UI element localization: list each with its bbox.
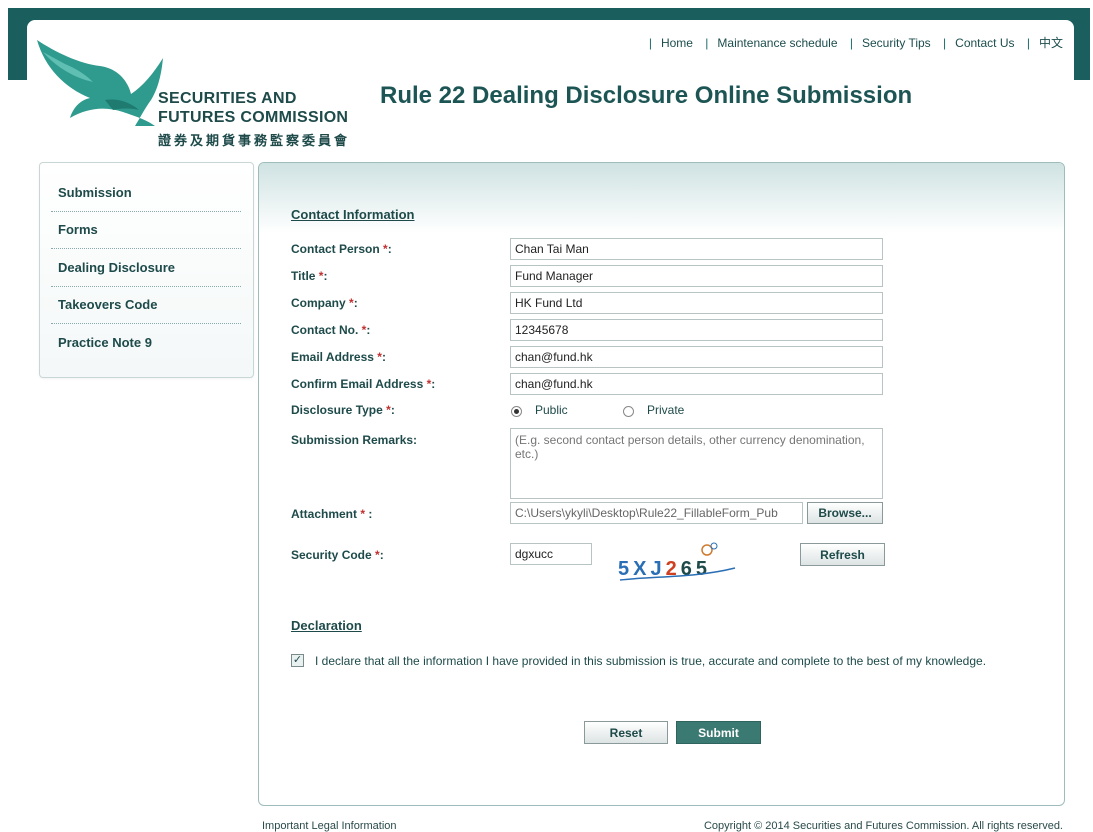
disclosure-public-radio[interactable] (511, 406, 522, 417)
disclosure-private-radio[interactable] (623, 406, 634, 417)
sidebar-item-takeovers-code[interactable]: Takeovers Code (51, 287, 241, 324)
email-label: Email Address *: (291, 350, 386, 364)
contact-no-label: Contact No. *: (291, 323, 371, 337)
sidebar-item-dealing-disclosure[interactable]: Dealing Disclosure (51, 250, 241, 287)
title-label: Title *: (291, 269, 328, 283)
contact-information-heading: Contact Information (291, 207, 415, 222)
declaration-checkbox[interactable]: ✓ (291, 654, 304, 667)
confirm-email-input[interactable] (510, 373, 883, 395)
security-code-label: Security Code *: (291, 548, 384, 562)
confirm-email-label: Confirm Email Address *: (291, 377, 436, 391)
sidebar-item-forms[interactable]: Forms (51, 212, 241, 249)
submission-remarks-label: Submission Remarks: (291, 433, 418, 447)
contact-no-input[interactable] (510, 319, 883, 341)
nav-security-tips-link[interactable]: Security Tips (862, 36, 931, 50)
top-nav: | Home | Maintenance schedule | Security Ti… (648, 36, 1063, 50)
disclosure-type-label: Disclosure Type *: (291, 403, 395, 417)
contact-person-input[interactable] (510, 238, 883, 260)
title-input[interactable] (510, 265, 883, 287)
nav-chinese-link[interactable]: 中文 (1039, 36, 1063, 50)
company-label: Company *: (291, 296, 358, 310)
nav-home-link[interactable]: Home (661, 36, 693, 50)
browse-button[interactable]: Browse... (807, 502, 883, 524)
legal-information-link[interactable]: Important Legal Information (262, 820, 397, 832)
captcha-image: 5XJ265 (618, 542, 736, 581)
nav-maintenance-link[interactable]: Maintenance schedule (717, 36, 837, 50)
submit-button[interactable]: Submit (676, 721, 761, 744)
contact-person-label: Contact Person *: (291, 242, 392, 256)
attachment-label: Attachment * : (291, 507, 373, 521)
email-input[interactable] (510, 346, 883, 368)
reset-button[interactable]: Reset (584, 721, 668, 744)
company-input[interactable] (510, 292, 883, 314)
submission-remarks-textarea[interactable] (510, 428, 883, 499)
page-title: Rule 22 Dealing Disclosure Online Submis… (380, 82, 913, 109)
attachment-path-field[interactable]: C:\Users\ykyli\Desktop\Rule22_FillableFo… (510, 502, 803, 524)
sidebar-item-practice-note-9[interactable]: Practice Note 9 (51, 325, 241, 362)
nav-contact-link[interactable]: Contact Us (955, 36, 1014, 50)
sidebar-item-submission[interactable]: Submission (51, 175, 241, 212)
copyright-text: Copyright © 2014 Securities and Futures … (703, 820, 1063, 832)
logo-chinese-text: 證券及期貨事務監察委員會 (158, 133, 351, 148)
sidebar: Submission Forms Dealing Disclosure Take… (39, 162, 254, 378)
logo-text: SECURITIES AND FUTURES COMMISSION (158, 90, 349, 126)
disclosure-public-label: Public (535, 403, 568, 417)
declaration-text: I declare that all the information I hav… (315, 654, 987, 668)
refresh-captcha-button[interactable]: Refresh (800, 543, 885, 566)
security-code-input[interactable] (510, 543, 592, 565)
disclosure-private-label: Private (647, 403, 685, 417)
declaration-heading: Declaration (291, 618, 362, 633)
